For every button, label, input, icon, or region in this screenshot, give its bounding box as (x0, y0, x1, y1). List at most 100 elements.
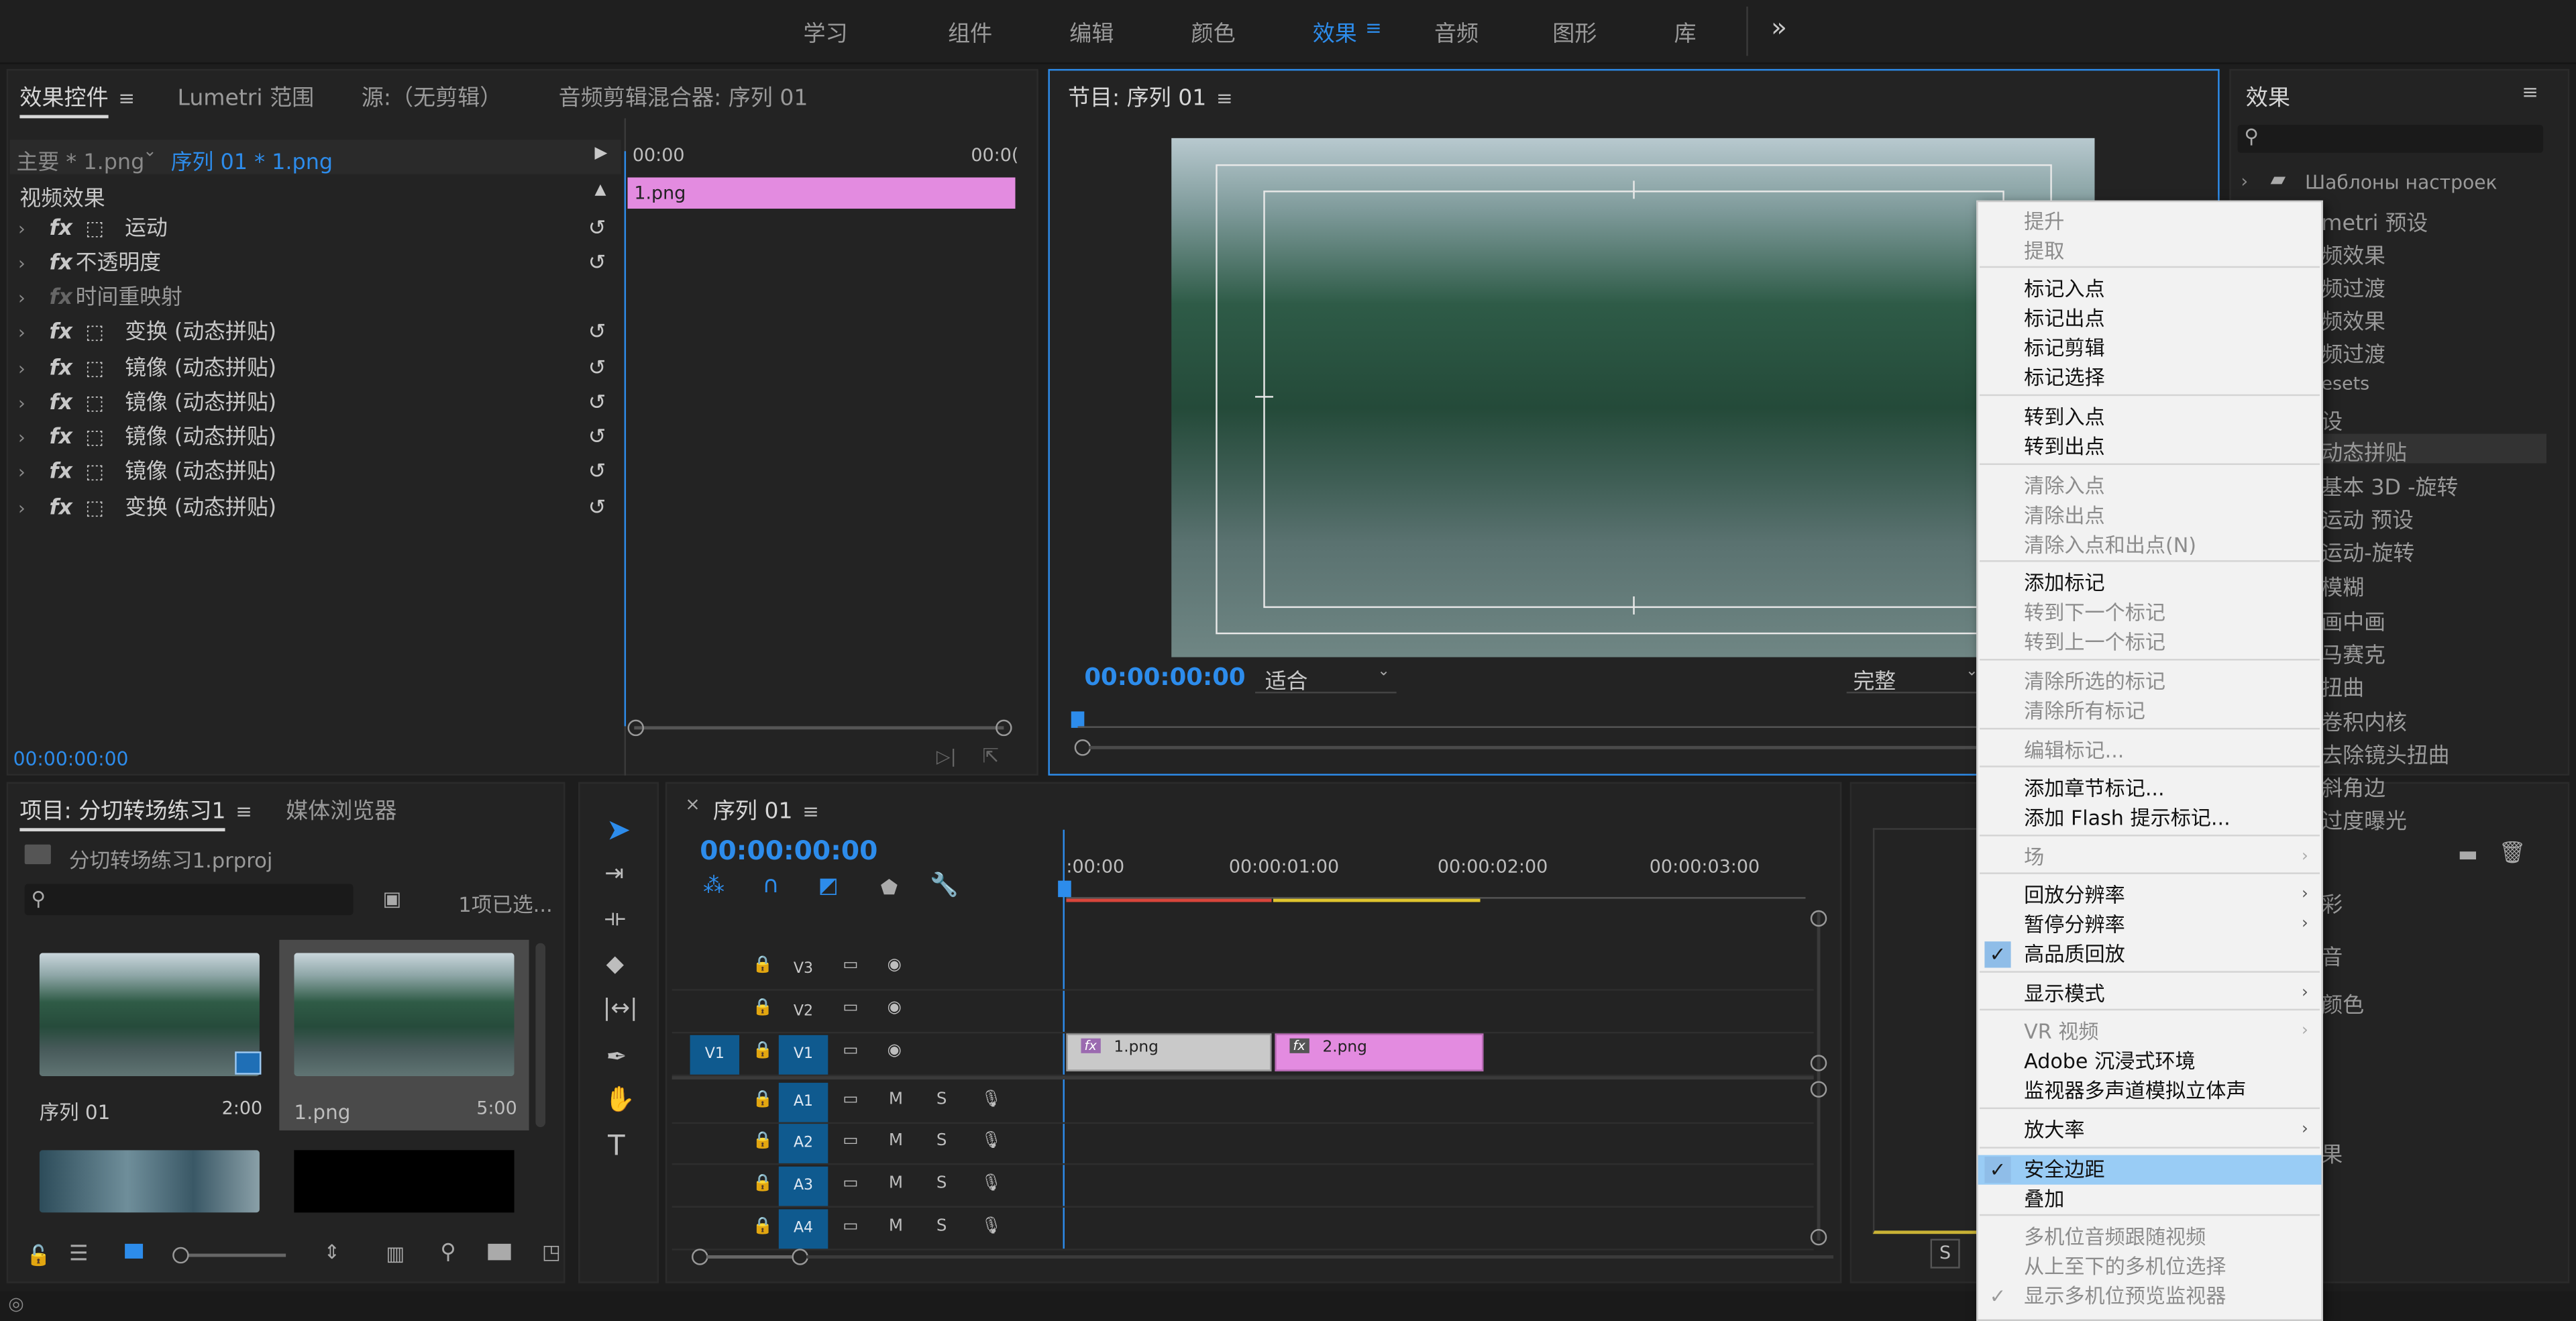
lock-icon[interactable]: 🔒 (753, 999, 773, 1017)
effects-list-item[interactable]: 彩 (2321, 887, 2343, 918)
effects-list-item[interactable]: 画中画 (2321, 604, 2385, 636)
track-select-tool-icon[interactable]: ⇥ (604, 861, 624, 887)
hand-tool-icon[interactable]: ✋ (604, 1084, 635, 1114)
menu-item[interactable]: 多机位音频跟随视频 (1978, 1222, 2322, 1252)
menu-item[interactable]: VR 视频 › (1978, 1017, 2322, 1047)
lock-icon[interactable]: 🔓 (26, 1244, 51, 1267)
mute-button[interactable]: M (889, 1091, 903, 1109)
filter-play-icon[interactable]: ▷| (936, 746, 957, 768)
sequence-clip-label[interactable]: 序列 01 * 1.png (171, 145, 333, 176)
fx-toggle-icon[interactable]: fx (49, 281, 72, 315)
menu-item[interactable]: 回放分辨率 › (1978, 881, 2322, 910)
menu-item[interactable]: 监视器多声道模拟立体声 (1978, 1076, 2322, 1106)
timeline-playhead-head[interactable] (1058, 880, 1071, 898)
menu-item[interactable]: 清除入点和出点(N) (1978, 531, 2322, 560)
timeline-vscroll-handle[interactable] (1810, 1081, 1827, 1098)
workspace-overflow-button[interactable]: » (1771, 11, 1787, 43)
find-icon[interactable]: ⚲ (440, 1240, 455, 1265)
menu-item[interactable]: 提取 (1978, 237, 2322, 266)
reset-icon[interactable]: ↺ (588, 386, 606, 421)
menu-item[interactable]: 从上至下的多机位选择 (1978, 1252, 2322, 1281)
linked-selection-icon[interactable]: ◩ (818, 874, 839, 899)
effects-list-item[interactable]: 频过渡 (2321, 337, 2385, 368)
effect-row[interactable]: › fx 时间重映射 (13, 281, 621, 315)
timeline-zoom-bar[interactable] (706, 1255, 792, 1259)
effects-search-input[interactable] (2237, 125, 2544, 153)
menu-item[interactable]: 标记出点 (1978, 304, 2322, 333)
waveform-icon[interactable]: ▭ (843, 1091, 858, 1109)
effect-row[interactable]: › fx ⬚ 镜像 (动态拼贴) ↺ (13, 386, 621, 421)
new-folder-icon[interactable]: ▬ (2458, 843, 2478, 867)
effects-list-item[interactable]: metri 预设 (2321, 205, 2428, 237)
workspace-menu-icon[interactable]: ≡ (1365, 16, 1382, 39)
chevron-right-icon[interactable]: › (18, 212, 25, 246)
clip-1[interactable]: fx 1.png (1066, 1033, 1272, 1071)
menu-item[interactable]: ✓ 显示多机位预览监视器 (1978, 1281, 2322, 1311)
effect-row[interactable]: › fx ⬚ 变换 (动态拼贴) ↺ (13, 491, 621, 525)
nest-toggle-icon[interactable]: ⁂ (703, 874, 724, 899)
ec-zoom-scrollbar[interactable] (634, 726, 1004, 730)
workspace-tab[interactable]: 效果 (1313, 15, 1357, 48)
source-patch-v1[interactable]: V1 (690, 1035, 740, 1075)
lock-icon[interactable]: 🔒 (753, 1132, 773, 1150)
collapse-arrow-icon[interactable]: ▲ (595, 182, 606, 199)
trash-icon[interactable]: 🗑 (2499, 841, 2526, 866)
lock-icon[interactable]: 🔒 (753, 1175, 773, 1193)
fx-toggle-icon[interactable]: fx (49, 246, 72, 280)
motion-handle-icon[interactable]: ⬚ (85, 212, 104, 246)
mic-icon[interactable]: 🎙 (981, 1218, 1002, 1236)
menu-item[interactable]: 添加标记 (1978, 568, 2322, 598)
icon-view-icon[interactable] (125, 1243, 144, 1259)
ec-timecode[interactable]: 00:00:00:00 (13, 747, 129, 770)
lock-icon[interactable]: 🔒 (753, 956, 773, 974)
menu-item[interactable]: 添加 Flash 提示标记... (1978, 804, 2322, 833)
panel-menu-icon[interactable]: ≡ (2522, 81, 2538, 103)
project-item-image[interactable]: 1.png 5:00 (279, 939, 529, 1130)
workspace-tab[interactable]: 音频 (1434, 15, 1479, 48)
effects-list-item[interactable]: 频过渡 (2321, 271, 2385, 303)
solo-button[interactable]: S (936, 1175, 947, 1193)
zoom-slider[interactable] (174, 1253, 286, 1257)
mute-button[interactable]: M (889, 1218, 903, 1236)
solo-button[interactable]: S (936, 1218, 947, 1236)
effect-row[interactable]: › fx ⬚ 镜像 (动态拼贴) ↺ (13, 352, 621, 386)
effect-row[interactable]: › fx ⬚ 运动 ↺ (13, 212, 621, 246)
solo-button[interactable]: S (936, 1132, 947, 1150)
menu-item[interactable]: 转到入点 (1978, 403, 2322, 432)
effects-list-item[interactable]: esets (2321, 373, 2369, 394)
motion-handle-icon[interactable]: ⬚ (85, 352, 104, 386)
reset-icon[interactable]: ↺ (588, 421, 606, 455)
timeline-vscroll-handle[interactable] (1810, 910, 1827, 927)
track-target-a1[interactable]: A1 (778, 1082, 828, 1122)
chevron-right-icon[interactable]: › (18, 421, 25, 455)
razor-tool-icon[interactable]: ◆ (606, 951, 624, 977)
chevron-right-icon[interactable]: › (18, 491, 25, 525)
eye-icon[interactable]: ◉ (887, 999, 901, 1017)
motion-handle-icon[interactable]: ⬚ (85, 386, 104, 421)
tab-project[interactable]: 项目: 分切转场练习1 ≡ (19, 792, 252, 832)
chevron-right-icon[interactable]: › (18, 281, 25, 315)
add-marker-icon[interactable]: ⬟ (881, 876, 898, 898)
menu-item[interactable]: 暂停分辨率 › (1978, 910, 2322, 940)
quality-dropdown[interactable]: 完整 ⌄ (1846, 664, 1982, 695)
menu-item[interactable]: 转到下一个标记 (1978, 598, 2322, 627)
master-clip-selector[interactable]: 主要 * 1.png (16, 145, 144, 176)
reset-icon[interactable]: ↺ (588, 491, 606, 525)
project-scrollbar[interactable] (535, 943, 546, 1128)
reset-icon[interactable]: ↺ (588, 246, 606, 280)
timeline-timecode[interactable]: 00:00:00:00 (700, 835, 877, 866)
menu-item[interactable]: 叠加 (1978, 1185, 2322, 1214)
selection-tool-icon[interactable]: ➤ (606, 813, 631, 847)
motion-handle-icon[interactable]: ⬚ (85, 315, 104, 350)
tab-media-browser[interactable]: 媒体浏览器 (286, 792, 396, 825)
menu-item[interactable]: 清除所有标记 (1978, 696, 2322, 726)
solo-button[interactable]: S (936, 1091, 947, 1109)
lock-icon[interactable]: 🔒 (753, 1091, 773, 1109)
new-bin-from-search-icon[interactable]: ▣ (383, 887, 402, 910)
reset-icon[interactable]: ↺ (588, 455, 606, 489)
fx-toggle-icon[interactable]: fx (49, 212, 72, 246)
menu-item[interactable]: 放大率 › (1978, 1116, 2322, 1145)
timeline-vscroll-handle[interactable] (1810, 1228, 1827, 1246)
track-target-a2[interactable]: A2 (778, 1124, 828, 1163)
effects-list-item[interactable]: 运动-旋转 (2321, 535, 2414, 567)
